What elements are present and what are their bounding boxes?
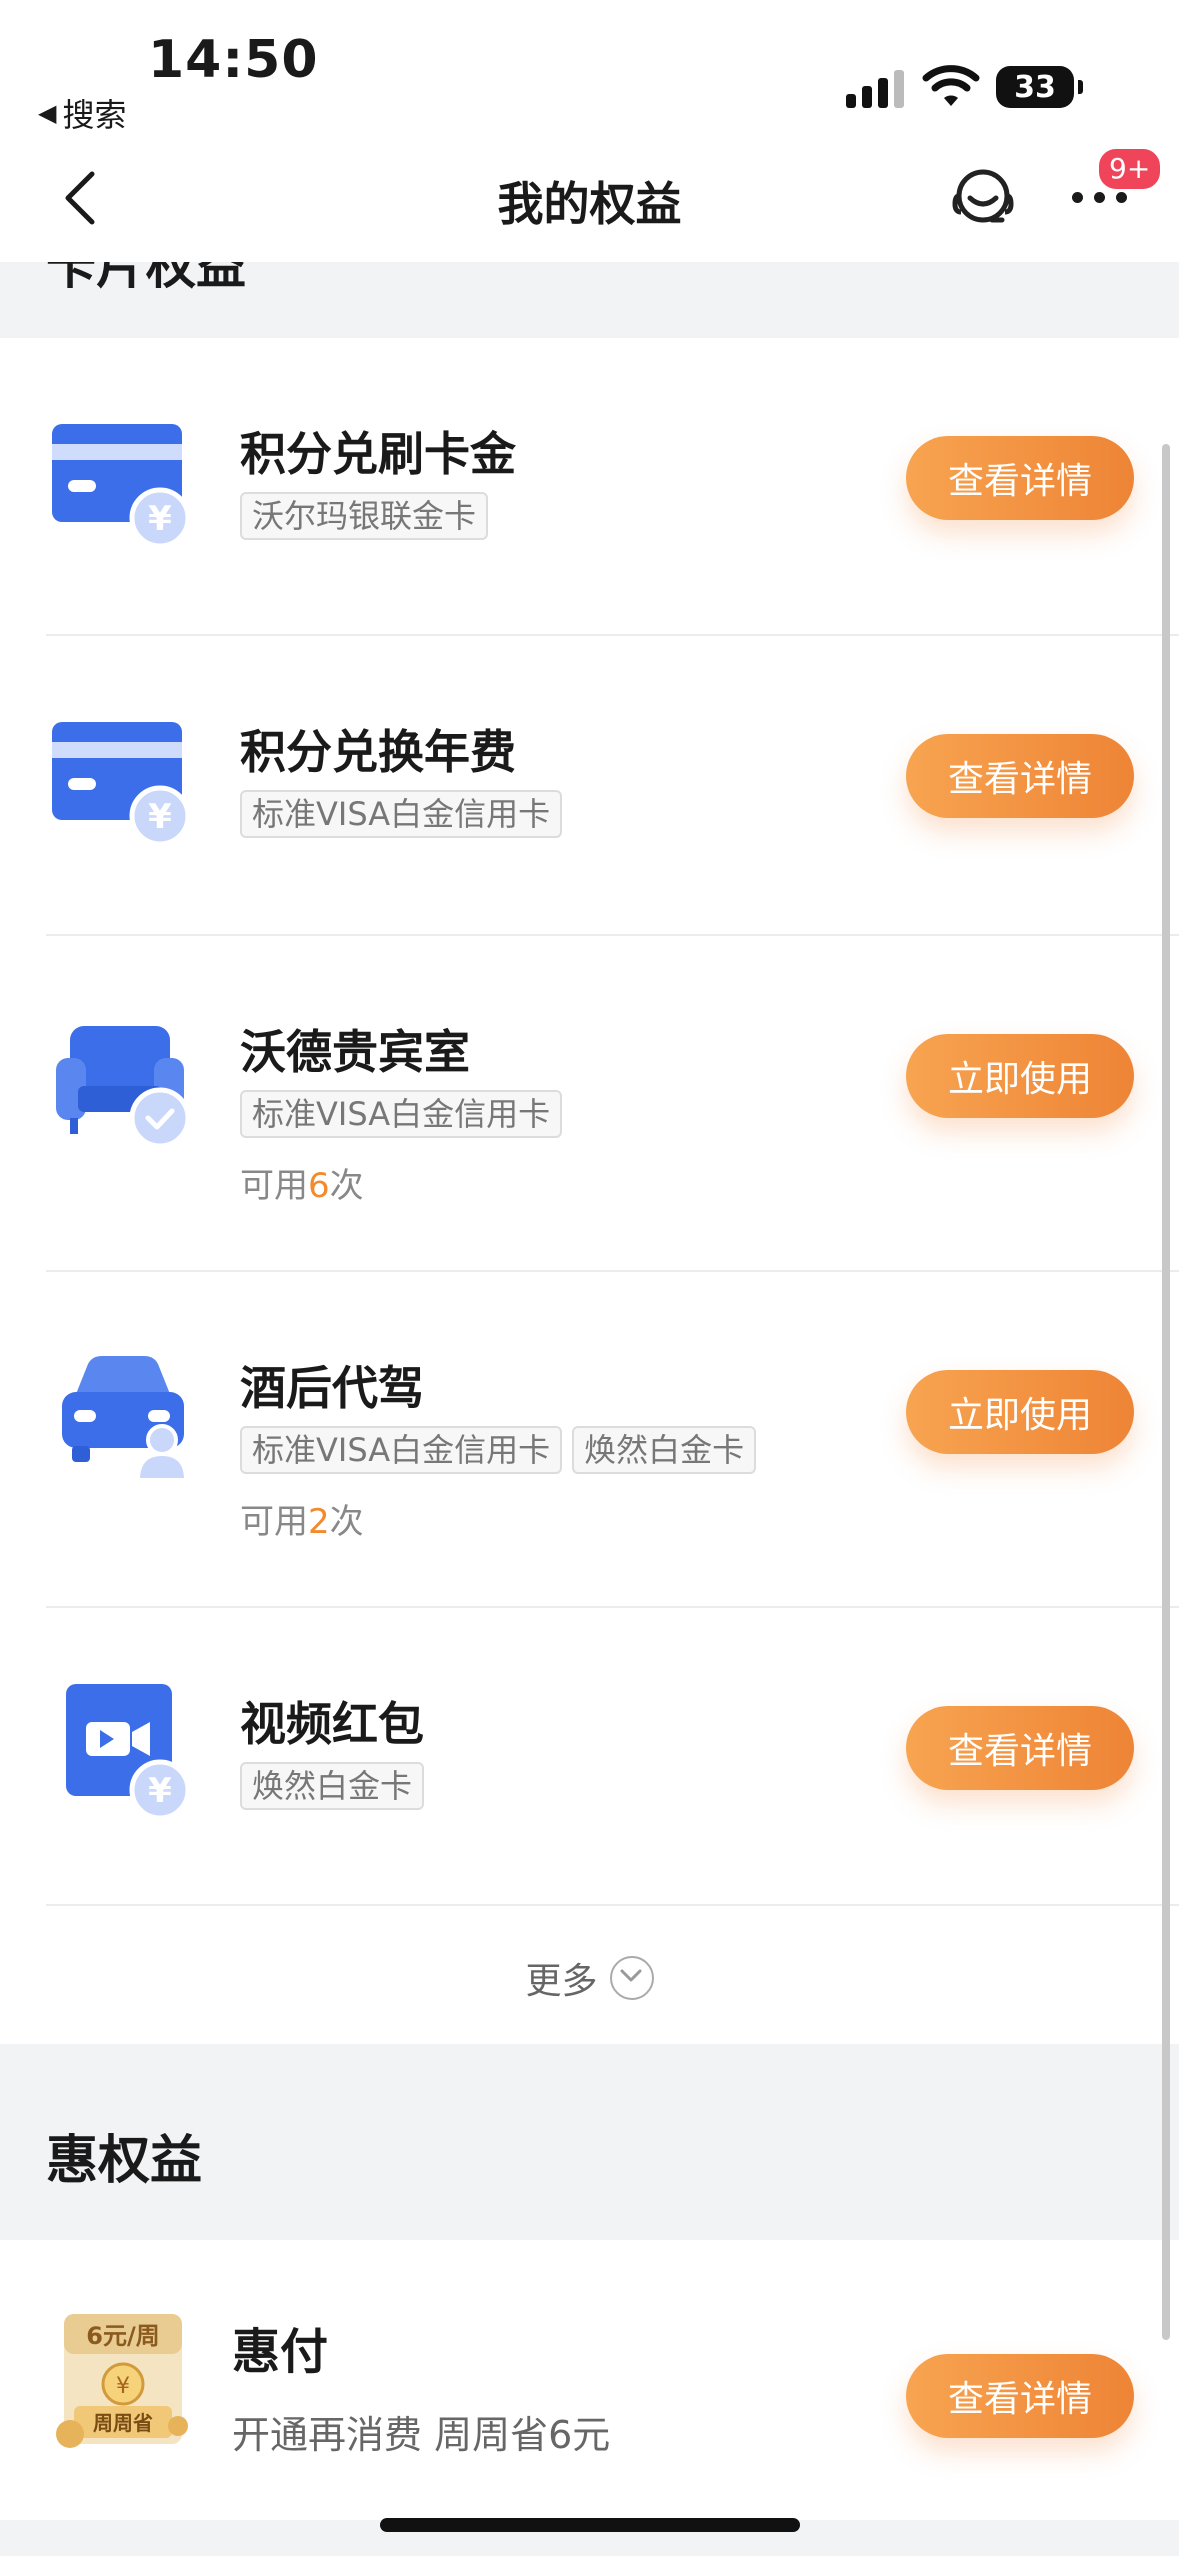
- home-indicator[interactable]: [380, 2518, 800, 2532]
- coupon-top-label: 6元/周: [86, 2322, 159, 2350]
- battery-indicator: 33: [996, 66, 1083, 108]
- item-tags: 标准VISA白金信用卡: [240, 790, 563, 838]
- view-details-button[interactable]: 查看详情: [906, 2354, 1134, 2438]
- list-item-hui-pay[interactable]: 6元/周 ¥ 周周省 查看详情: [0, 2240, 1179, 2520]
- back-to-app-link[interactable]: ◀ 搜索: [38, 90, 126, 136]
- item-title: 沃德贵宾室: [240, 1025, 470, 1079]
- card-tag: 标准VISA白金信用卡: [240, 1426, 563, 1474]
- item-tags: 沃尔玛银联金卡: [240, 492, 489, 540]
- item-title: 酒后代驾: [240, 1361, 424, 1415]
- list-item-vip-lounge[interactable]: 沃德贵宾室 标准VISA白金信用卡 可用6次 立即使用: [0, 936, 1179, 1270]
- list-item-designated-driver[interactable]: 酒后代驾 标准VISA白金信用卡 焕然白金卡 可用2次 立即使用: [0, 1272, 1179, 1606]
- cellular-signal-icon: [846, 68, 908, 108]
- item-tags: 焕然白金卡: [240, 1762, 425, 1810]
- card-tag: 焕然白金卡: [572, 1426, 757, 1474]
- avail-prefix: 可用: [240, 1166, 308, 1206]
- message-badge: 9+: [1096, 146, 1164, 192]
- avail-prefix: 可用: [240, 1502, 308, 1542]
- divider: [46, 1904, 1179, 1906]
- card-tag: 标准VISA白金信用卡: [240, 790, 563, 838]
- view-details-button[interactable]: 查看详情: [906, 436, 1134, 520]
- card-benefits-list: ¥ 积分兑刷卡金 沃尔玛银联金卡 查看详情 ¥ 积分兑换年费 标准VISA白金信…: [0, 338, 1179, 2044]
- item-tags: 标准VISA白金信用卡 焕然白金卡: [240, 1426, 757, 1474]
- view-details-button[interactable]: 查看详情: [906, 734, 1134, 818]
- use-now-button[interactable]: 立即使用: [906, 1370, 1134, 1454]
- avail-count: 6: [308, 1166, 330, 1206]
- section-header-card-benefits: 卡片权益: [0, 262, 1179, 336]
- svg-text:¥: ¥: [148, 797, 172, 837]
- card-yuan-icon: ¥: [52, 722, 191, 847]
- back-app-label: 搜索: [62, 96, 127, 134]
- coupon-bottom-label: 周周省: [93, 2411, 153, 2435]
- customer-service-icon[interactable]: [948, 162, 1018, 232]
- avail-count: 2: [308, 1502, 330, 1542]
- more-button[interactable]: 更多: [0, 1952, 1179, 2004]
- back-triangle-icon: ◀: [38, 99, 57, 127]
- availability-text: 可用2次: [240, 1494, 364, 1543]
- video-yuan-icon: ¥: [66, 1684, 191, 1821]
- wifi-icon: [922, 65, 980, 106]
- list-item-points-annual-fee[interactable]: ¥ 积分兑换年费 标准VISA白金信用卡 查看详情: [0, 636, 1179, 932]
- hui-benefits-list: 6元/周 ¥ 周周省 查看详情: [0, 2240, 1179, 2520]
- battery-level: 33: [1014, 69, 1056, 105]
- scrollbar[interactable]: [1162, 444, 1170, 2340]
- view-details-button[interactable]: 查看详情: [906, 1706, 1134, 1790]
- item-description: 开通再消费 周周省6元: [232, 2413, 611, 2457]
- card-tag: 标准VISA白金信用卡: [240, 1090, 563, 1138]
- list-item-points-to-card-gold[interactable]: ¥ 积分兑刷卡金 沃尔玛银联金卡 查看详情: [0, 338, 1179, 634]
- weekly-savings-coupon-icon: 6元/周 ¥ 周周省: [56, 2314, 188, 2448]
- avail-suffix: 次: [329, 1502, 364, 1542]
- sofa-check-icon: [56, 1026, 191, 1149]
- car-driver-icon: [62, 1356, 189, 1482]
- item-title: 惠付: [232, 2324, 329, 2380]
- chevron-down-icon: [609, 1956, 654, 2000]
- more-label: 更多: [525, 1961, 598, 2002]
- status-time: 14:50: [148, 30, 319, 90]
- use-now-button[interactable]: 立即使用: [906, 1034, 1134, 1118]
- card-tag: 焕然白金卡: [240, 1762, 425, 1810]
- back-arrow-icon[interactable]: [58, 168, 102, 228]
- section-title-hui-benefits: 惠权益: [46, 2131, 203, 2191]
- svg-text:¥: ¥: [148, 1771, 172, 1811]
- item-title: 积分兑换年费: [240, 725, 516, 779]
- item-title: 积分兑刷卡金: [240, 427, 516, 481]
- top-bar: 14:50 ◀ 搜索 33 我的权益 9+: [0, 0, 1179, 262]
- item-title: 视频红包: [240, 1697, 424, 1751]
- card-tag: 沃尔玛银联金卡: [240, 492, 489, 540]
- availability-text: 可用6次: [240, 1158, 364, 1207]
- more-dots-icon: [1072, 192, 1127, 203]
- item-tags: 标准VISA白金信用卡: [240, 1090, 563, 1138]
- card-yuan-icon: ¥: [52, 424, 191, 549]
- svg-text:¥: ¥: [148, 499, 172, 539]
- svg-text:¥: ¥: [116, 2374, 130, 2399]
- list-item-video-red-packet[interactable]: ¥ 视频红包 焕然白金卡 查看详情: [0, 1608, 1179, 1904]
- section-title-card-benefits: 卡片权益: [46, 262, 246, 295]
- avail-suffix: 次: [329, 1166, 364, 1206]
